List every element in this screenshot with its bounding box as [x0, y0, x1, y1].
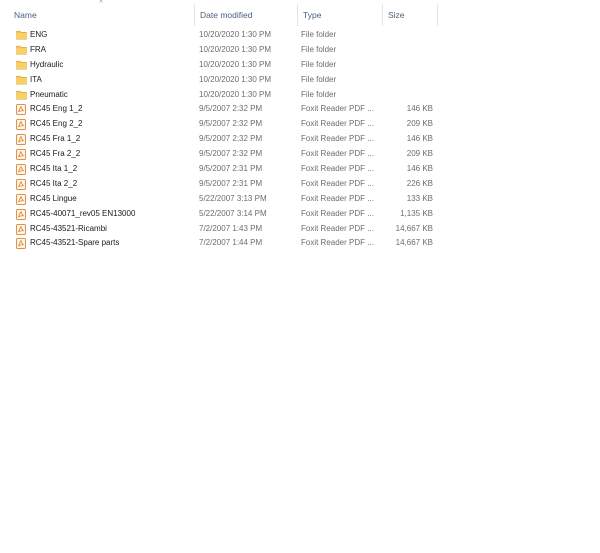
file-date-modified: 7/2/2007 1:44 PM — [199, 238, 263, 248]
file-date-modified: 10/20/2020 1:30 PM — [199, 59, 272, 69]
file-row[interactable]: Hydraulic 10/20/2020 1:30 PM File folder — [9, 58, 439, 73]
file-type: Foxit Reader PDF ... — [301, 178, 374, 188]
file-name: RC45 Lingue — [30, 193, 77, 203]
file-date-modified: 9/5/2007 2:32 PM — [199, 119, 263, 129]
pdf-icon — [16, 207, 28, 222]
file-size: 14,667 KB — [395, 238, 433, 248]
file-name: FRA — [30, 44, 46, 54]
pdf-icon — [16, 117, 28, 132]
file-date-modified: 9/5/2007 2:31 PM — [199, 178, 263, 188]
file-name: RC45-43521-Spare parts — [30, 238, 120, 248]
file-size — [381, 43, 433, 58]
file-name: RC45 Ita 1_2 — [30, 164, 78, 174]
file-name: RC45-40071_rev05 EN13000 — [30, 208, 136, 218]
file-row[interactable]: RC45 Fra 1_2 9/5/2007 2:32 PM Foxit Reader… — [9, 132, 439, 147]
file-date-modified: 5/22/2007 3:13 PM — [199, 193, 267, 203]
file-size — [381, 73, 433, 88]
folder-icon — [16, 88, 28, 103]
file-type: File folder — [301, 89, 337, 99]
file-size — [381, 58, 433, 73]
folder-icon — [16, 73, 28, 88]
file-size: 133 KB — [406, 193, 433, 203]
file-size: 146 KB — [406, 104, 433, 114]
pdf-icon — [16, 236, 28, 251]
file-date-modified: 10/20/2020 1:30 PM — [199, 30, 272, 39]
file-row[interactable]: FRA 10/20/2020 1:30 PM File folder — [9, 43, 439, 58]
file-size: 226 KB — [406, 178, 433, 188]
column-header-row: ^ Name Date modified Type Size — [0, 0, 438, 29]
file-type: File folder — [301, 30, 337, 39]
file-type: File folder — [301, 44, 337, 54]
file-name: Hydraulic — [30, 59, 64, 69]
folder-icon — [16, 58, 28, 73]
file-size — [381, 28, 433, 43]
file-size: 209 KB — [406, 149, 433, 159]
file-date-modified: 9/5/2007 2:32 PM — [199, 104, 263, 114]
file-type: Foxit Reader PDF ... — [301, 208, 374, 218]
file-row[interactable]: Pneumatic 10/20/2020 1:30 PM File folder — [9, 88, 439, 103]
file-list: ENG 10/20/2020 1:30 PM File folder FRA 10/20… — [9, 28, 439, 251]
file-type: Foxit Reader PDF ... — [301, 223, 374, 233]
file-name: RC45-43521-Ricambi — [30, 223, 107, 233]
file-row[interactable]: RC45 Ita 1_2 9/5/2007 2:31 PM Foxit Reader… — [9, 162, 439, 177]
file-row[interactable]: ITA 10/20/2020 1:30 PM File folder — [9, 73, 439, 88]
file-name: Pneumatic — [30, 89, 68, 99]
file-row[interactable]: RC45 Lingue 5/22/2007 3:13 PM Foxit Reader… — [9, 192, 439, 207]
file-type: Foxit Reader PDF ... — [301, 119, 374, 129]
file-size: 146 KB — [406, 134, 433, 144]
folder-icon — [16, 43, 28, 58]
file-name: RC45 Eng 2_2 — [30, 119, 83, 129]
file-type: Foxit Reader PDF ... — [301, 193, 374, 203]
pdf-icon — [16, 222, 28, 237]
file-name: ITA — [30, 74, 42, 84]
file-type: Foxit Reader PDF ... — [301, 149, 374, 159]
file-row[interactable]: RC45-43521-Spare parts 7/2/2007 1:44 PM Fo… — [9, 236, 439, 251]
column-header-size[interactable]: Size — [382, 4, 438, 26]
file-size: 146 KB — [406, 164, 433, 174]
file-type: Foxit Reader PDF ... — [301, 134, 374, 144]
file-name: ENG — [30, 30, 48, 39]
file-date-modified: 10/20/2020 1:30 PM — [199, 44, 272, 54]
column-header-type[interactable]: Type — [297, 4, 381, 26]
pdf-icon — [16, 177, 28, 192]
file-type: Foxit Reader PDF ... — [301, 238, 374, 248]
file-date-modified: 10/20/2020 1:30 PM — [199, 74, 272, 84]
pdf-icon — [16, 147, 28, 162]
file-row[interactable]: RC45 Fra 2_2 9/5/2007 2:32 PM Foxit Reader… — [9, 147, 439, 162]
file-date-modified: 10/20/2020 1:30 PM — [199, 89, 272, 99]
column-header-date-modified[interactable]: Date modified — [194, 4, 296, 26]
file-name: RC45 Fra 2_2 — [30, 149, 81, 159]
file-size: 1,135 KB — [400, 208, 433, 218]
file-row[interactable]: RC45 Ita 2_2 9/5/2007 2:31 PM Foxit Reader… — [9, 177, 439, 192]
file-row[interactable]: ENG 10/20/2020 1:30 PM File folder — [9, 28, 439, 43]
folder-icon — [16, 28, 28, 43]
file-row[interactable]: RC45 Eng 1_2 9/5/2007 2:32 PM Foxit Reader… — [9, 102, 439, 117]
file-size: 14,667 KB — [395, 223, 433, 233]
file-row[interactable]: RC45 Eng 2_2 9/5/2007 2:32 PM Foxit Reader… — [9, 117, 439, 132]
file-type: File folder — [301, 59, 337, 69]
file-row[interactable]: RC45-40071_rev05 EN13000 5/22/2007 3:14 P… — [9, 207, 439, 222]
file-date-modified: 9/5/2007 2:32 PM — [199, 149, 263, 159]
file-type: Foxit Reader PDF ... — [301, 104, 374, 114]
file-size: 209 KB — [406, 119, 433, 129]
file-date-modified: 7/2/2007 1:43 PM — [199, 223, 263, 233]
column-header-name[interactable]: Name — [9, 4, 193, 26]
file-row[interactable]: RC45-43521-Ricambi 7/2/2007 1:43 PM Foxit … — [9, 222, 439, 237]
pdf-icon — [16, 192, 28, 207]
file-date-modified: 9/5/2007 2:31 PM — [199, 164, 263, 174]
file-name: RC45 Fra 1_2 — [30, 134, 81, 144]
file-name: RC45 Eng 1_2 — [30, 104, 83, 114]
file-size — [381, 88, 433, 103]
pdf-icon — [16, 132, 28, 147]
pdf-icon — [16, 162, 28, 177]
file-name: RC45 Ita 2_2 — [30, 178, 78, 188]
pdf-icon — [16, 102, 28, 117]
file-type: Foxit Reader PDF ... — [301, 164, 374, 174]
file-date-modified: 5/22/2007 3:14 PM — [199, 208, 267, 218]
file-explorer: ^ Name Date modified Type Size ENG 10/20/… — [0, 0, 600, 553]
file-date-modified: 9/5/2007 2:32 PM — [199, 134, 263, 144]
file-type: File folder — [301, 74, 337, 84]
